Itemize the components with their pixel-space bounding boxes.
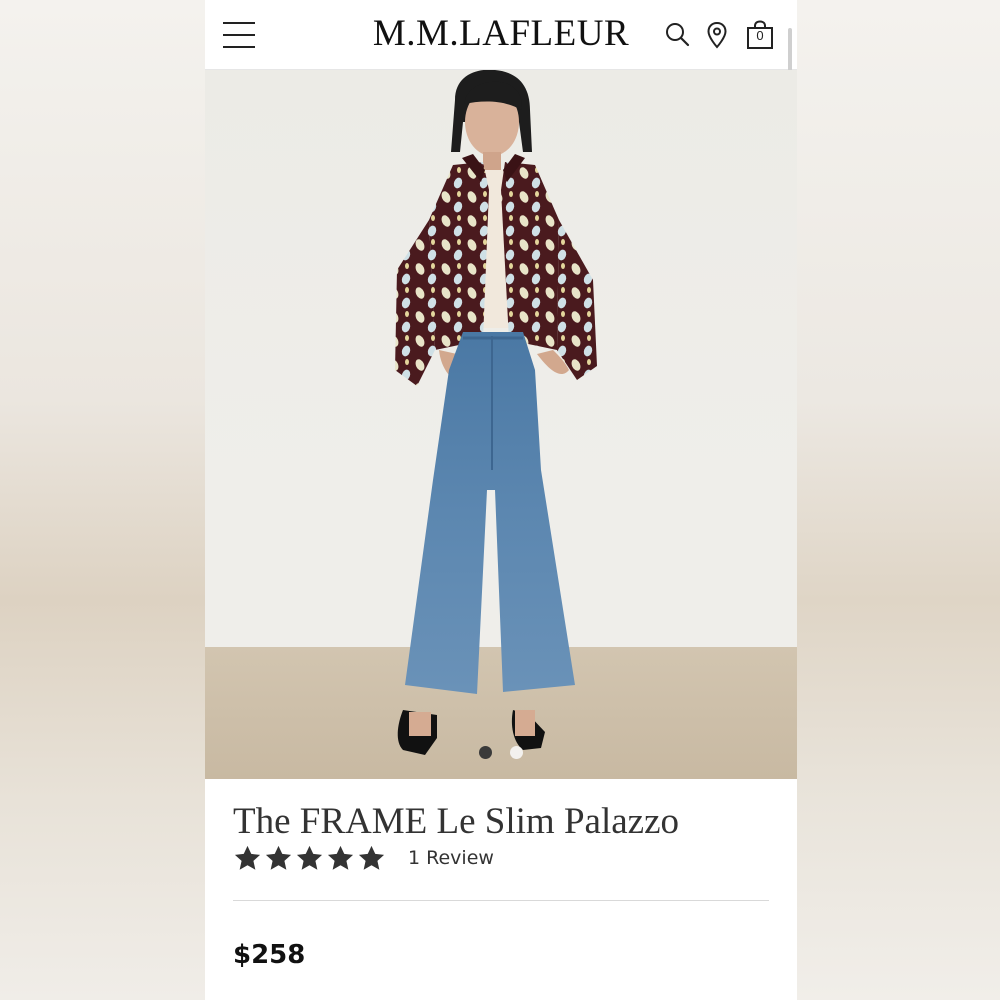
top-nav-bar: M.M.LAFLEUR 0 <box>205 0 797 70</box>
product-image-gallery[interactable] <box>205 70 797 779</box>
product-photo-model <box>395 70 597 755</box>
product-price: $258 <box>233 940 306 970</box>
background-blur-left <box>0 0 205 1000</box>
rating-stars <box>233 844 386 873</box>
shopping-bag-icon[interactable]: 0 <box>745 20 775 50</box>
star-icon <box>358 845 385 870</box>
mobile-viewport: M.M.LAFLEUR 0 The FRAME Le Slim Palazzo … <box>205 0 797 1000</box>
menu-icon[interactable] <box>223 22 255 48</box>
star-icon <box>296 845 323 870</box>
star-icon <box>234 845 261 870</box>
gallery-pagination <box>205 746 797 760</box>
search-icon[interactable] <box>663 20 693 50</box>
review-count-link[interactable]: 1 Review <box>408 847 494 869</box>
background-blur-right <box>797 0 1000 1000</box>
product-title: The FRAME Le Slim Palazzo <box>233 801 679 842</box>
gallery-dot-1[interactable] <box>479 746 492 759</box>
bag-count-badge: 0 <box>756 28 764 43</box>
gallery-dot-2[interactable] <box>510 746 523 759</box>
section-divider <box>233 900 769 901</box>
star-icon <box>265 845 292 870</box>
brand-logo[interactable]: M.M.LAFLEUR <box>365 12 637 56</box>
location-pin-icon[interactable] <box>702 20 732 50</box>
star-icon <box>327 845 354 870</box>
product-rating[interactable]: 1 Review <box>233 842 494 874</box>
